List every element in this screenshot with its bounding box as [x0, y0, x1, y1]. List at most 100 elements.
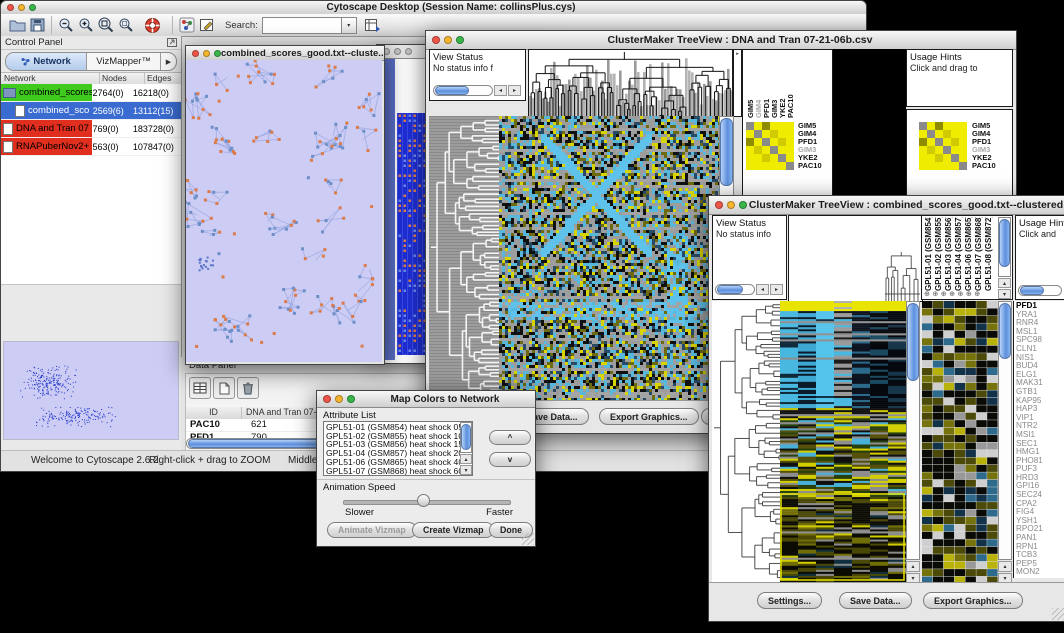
treeview1-titlebar[interactable]: ClusterMaker TreeView : DNA and Tran 07-…: [426, 31, 1016, 50]
expression-heatmap-canvas[interactable]: [780, 301, 906, 584]
scroll-up-icon[interactable]: ▴: [460, 454, 472, 464]
close-icon[interactable]: [715, 201, 723, 209]
zoom-vscrollbar[interactable]: ▴ ▾: [998, 301, 1012, 584]
minimize-icon[interactable]: [335, 395, 343, 403]
annotation-icon[interactable]: [197, 15, 217, 35]
network-overview-canvas[interactable]: [3, 341, 179, 440]
open-file-icon[interactable]: [7, 15, 27, 35]
zoom-window-icon[interactable]: [739, 201, 747, 209]
scrollbar-thumb[interactable]: [435, 86, 469, 95]
zoom-window-icon[interactable]: [405, 48, 412, 55]
scroll-up-icon[interactable]: ▴: [998, 278, 1011, 288]
scroll-right-icon[interactable]: ▸: [770, 284, 783, 295]
scroll-down-icon[interactable]: ▾: [998, 289, 1011, 299]
column-label[interactable]: GPL51-07 (GSM868): [974, 217, 984, 291]
scrollbar-thumb[interactable]: [717, 285, 743, 294]
matrix-column-label[interactable]: GIM5: [746, 52, 754, 118]
column-dendrogram-canvas[interactable]: [788, 215, 923, 302]
minimize-icon[interactable]: [394, 48, 401, 55]
column-label[interactable]: GPL51-08 (GSM872): [984, 217, 994, 291]
view-status-hscrollbar[interactable]: ◂ ▸: [433, 85, 521, 96]
treeview2-titlebar[interactable]: ClusterMaker TreeView : combined_scores_…: [709, 196, 1064, 215]
animate-vizmap-button[interactable]: Animate Vizmap: [327, 522, 417, 538]
move-up-button[interactable]: ^: [489, 430, 531, 445]
network-canvas[interactable]: [186, 60, 382, 362]
network-row[interactable]: DNA and Tran 07769(0)183728(0): [1, 120, 181, 138]
scrollbar-thumb[interactable]: [907, 303, 919, 381]
gene-label-list[interactable]: PFD1YRA1RNR4MSL1SPC98CLN1NIS1BUD4ELG1MAK…: [1013, 301, 1064, 578]
close-icon[interactable]: [7, 4, 14, 11]
matrix-column-label[interactable]: PAC10: [786, 52, 794, 118]
scroll-up-icon[interactable]: ▴: [998, 561, 1012, 572]
speed-slider-thumb[interactable]: [417, 494, 430, 507]
tab-network[interactable]: Network: [6, 53, 87, 70]
scrollbar-thumb[interactable]: [1020, 286, 1044, 295]
zoom-selected-icon[interactable]: [116, 15, 136, 35]
delete-attribute-trash-icon[interactable]: [237, 377, 259, 399]
scrollbar-thumb[interactable]: [461, 424, 471, 450]
dendrogram-scroll-strip[interactable]: ▸: [733, 49, 742, 117]
matrix-column-label[interactable]: YKE2: [778, 52, 786, 118]
float-panel-icon[interactable]: [167, 34, 177, 52]
scroll-down-icon[interactable]: ▾: [460, 465, 472, 475]
attribute-list[interactable]: GPL51-01 (GSM854) heat shock 05 minGPL51…: [324, 422, 460, 475]
scrollbar-thumb[interactable]: [999, 219, 1010, 267]
similarity-matrix[interactable]: [746, 122, 794, 170]
row-dendrogram-canvas[interactable]: [712, 301, 780, 584]
matrix-column-label[interactable]: GIM4: [754, 52, 762, 118]
network-view-icon[interactable]: [177, 15, 197, 35]
treeview-button[interactable]: Settings...: [757, 592, 822, 609]
zoom-heatmap-canvas[interactable]: [922, 301, 998, 584]
row-dendrogram-canvas[interactable]: [429, 116, 499, 401]
new-attribute-icon[interactable]: [213, 377, 235, 399]
network-row[interactable]: RNAPuberNov2+563(0)107847(0): [1, 138, 181, 156]
column-label[interactable]: GPL51-02 (GSM855): [934, 217, 944, 291]
network-row[interactable]: combined_sco2569(6)13112(15): [1, 102, 181, 120]
window-controls[interactable]: [7, 4, 36, 11]
zoom-window-icon[interactable]: [29, 4, 36, 11]
network-window-titlebar[interactable]: combined_scores_good.txt--cluste...: [186, 46, 384, 61]
zoom-window-icon[interactable]: [214, 50, 221, 57]
attribute-list-scrollbar[interactable]: ▴ ▾: [460, 422, 472, 475]
scrollbar-thumb[interactable]: [999, 303, 1011, 359]
scroll-up-icon[interactable]: ▴: [906, 561, 920, 572]
similarity-matrix[interactable]: [919, 122, 967, 170]
minimize-icon[interactable]: [444, 36, 452, 44]
zoom-window-icon[interactable]: [347, 395, 355, 403]
import-table-icon[interactable]: [363, 15, 383, 35]
matrix-row-label[interactable]: PAC10: [798, 162, 822, 170]
column-labels-scrollbar[interactable]: ▴ ▾: [998, 217, 1011, 299]
usage-hints-hscrollbar[interactable]: [1018, 285, 1062, 296]
tab-overflow-arrow[interactable]: ▶: [161, 53, 176, 70]
network-row[interactable]: combined_scores_2764(0)16218(0): [1, 84, 181, 102]
column-label[interactable]: GPL51-01 (GSM854): [924, 217, 934, 291]
zoom-in-icon[interactable]: [76, 15, 96, 35]
resize-grip[interactable]: [1052, 608, 1064, 620]
expression-heatmap-canvas[interactable]: [499, 116, 719, 401]
dialog-titlebar[interactable]: Map Colors to Network: [317, 391, 535, 408]
search-dropdown-button[interactable]: ▾: [342, 17, 357, 34]
search-input[interactable]: [262, 17, 342, 34]
minimize-icon[interactable]: [18, 4, 25, 11]
minimize-icon[interactable]: [727, 201, 735, 209]
data-column-id[interactable]: ID: [186, 407, 242, 419]
scroll-right-icon[interactable]: ▸: [508, 85, 521, 96]
help-lifering-icon[interactable]: [142, 15, 162, 35]
treeview-button[interactable]: Export Graphics...: [599, 408, 699, 425]
heatmap-vscrollbar[interactable]: ▴ ▾: [906, 301, 920, 584]
table-mode-icon[interactable]: [189, 377, 211, 399]
save-icon[interactable]: [27, 15, 47, 35]
matrix-column-label[interactable]: PFD1: [762, 52, 770, 118]
create-vizmap-button[interactable]: Create Vizmap: [412, 522, 494, 538]
zoom-fit-icon[interactable]: [96, 15, 116, 35]
scroll-left-icon[interactable]: ◂: [494, 85, 507, 96]
resize-grip[interactable]: [522, 533, 534, 545]
close-icon[interactable]: [192, 50, 199, 57]
column-dendrogram-canvas[interactable]: [528, 49, 733, 117]
matrix-row-label[interactable]: PAC10: [972, 162, 996, 170]
scroll-left-icon[interactable]: ◂: [756, 284, 769, 295]
move-down-button[interactable]: v: [489, 452, 531, 467]
matrix-column-label[interactable]: GIM3: [770, 52, 778, 118]
minimize-icon[interactable]: [203, 50, 210, 57]
zoom-window-icon[interactable]: [456, 36, 464, 44]
